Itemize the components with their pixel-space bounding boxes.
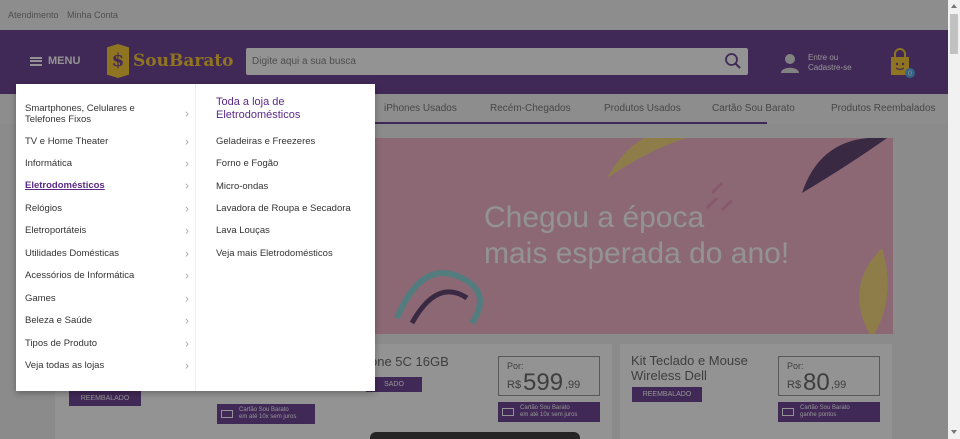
category-item[interactable]: Informática › bbox=[25, 156, 189, 170]
subcategory-item[interactable]: Veja mais Eletrodomésticos bbox=[216, 248, 333, 259]
subcategory-title-link[interactable]: Toda a loja de Eletrodomésticos bbox=[216, 96, 366, 122]
category-item-active[interactable]: Eletrodomésticos › bbox=[25, 178, 189, 192]
category-dropdown: Smartphones, Celulares e Telefones Fixos… bbox=[16, 84, 375, 391]
subcategory-item[interactable]: Lava Louças bbox=[216, 225, 270, 236]
category-label: Games bbox=[25, 293, 56, 304]
subcategory-item[interactable]: Forno e Fogão bbox=[216, 158, 278, 169]
category-item[interactable]: Utilidades Domésticas › bbox=[25, 246, 189, 260]
category-item[interactable]: Veja todas as lojas › bbox=[25, 358, 189, 372]
scrollbar[interactable] bbox=[948, 0, 960, 439]
chevron-right-icon: › bbox=[185, 156, 189, 170]
chevron-right-icon: › bbox=[185, 178, 189, 192]
scrollbar-thumb[interactable] bbox=[950, 14, 958, 54]
chevron-right-icon: › bbox=[185, 223, 189, 237]
chevron-right-icon: › bbox=[185, 291, 189, 305]
category-label: Tipos de Produto bbox=[25, 338, 97, 349]
chevron-right-icon: › bbox=[185, 201, 189, 215]
category-label: Informática bbox=[25, 158, 72, 169]
category-item[interactable]: Acessórios de Informática › bbox=[25, 268, 189, 282]
category-item[interactable]: Tipos de Produto › bbox=[25, 336, 189, 350]
chevron-right-icon: › bbox=[185, 358, 189, 372]
chevron-right-icon: › bbox=[185, 336, 189, 350]
category-label: Acessórios de Informática bbox=[25, 270, 135, 281]
category-item[interactable]: Games › bbox=[25, 291, 189, 305]
scroll-down-icon[interactable] bbox=[951, 430, 957, 434]
category-label: Relógios bbox=[25, 203, 62, 214]
category-label: Veja todas as lojas bbox=[25, 360, 105, 371]
chevron-right-icon: › bbox=[185, 246, 189, 260]
scroll-up-icon[interactable] bbox=[951, 4, 957, 8]
category-item[interactable]: Beleza e Saúde › bbox=[25, 313, 189, 327]
category-label: TV e Home Theater bbox=[25, 136, 109, 147]
category-item[interactable]: Eletroportáteis › bbox=[25, 223, 189, 237]
category-list: Smartphones, Celulares e Telefones Fixos… bbox=[16, 84, 196, 391]
chevron-right-icon: › bbox=[185, 313, 189, 327]
subcategory-item[interactable]: Geladeiras e Freezeres bbox=[216, 136, 315, 147]
category-label: Beleza e Saúde bbox=[25, 315, 93, 326]
category-item[interactable]: Smartphones, Celulares e Telefones Fixos… bbox=[25, 103, 189, 125]
subcategory-item[interactable]: Lavadora de Roupa e Secadora bbox=[216, 203, 351, 214]
subcategory-item[interactable]: Micro-ondas bbox=[216, 181, 268, 192]
chevron-right-icon: › bbox=[185, 268, 189, 282]
category-item[interactable]: TV e Home Theater › bbox=[25, 134, 189, 148]
category-label: Eletrodomésticos bbox=[25, 180, 105, 191]
category-label: Eletroportáteis bbox=[25, 225, 87, 236]
category-label: Smartphones, Celulares e Telefones Fixos bbox=[25, 103, 135, 125]
category-label: Utilidades Domésticas bbox=[25, 248, 119, 259]
category-item[interactable]: Relógios › bbox=[25, 201, 189, 215]
chevron-right-icon: › bbox=[185, 134, 189, 148]
chevron-right-icon: › bbox=[185, 106, 189, 121]
